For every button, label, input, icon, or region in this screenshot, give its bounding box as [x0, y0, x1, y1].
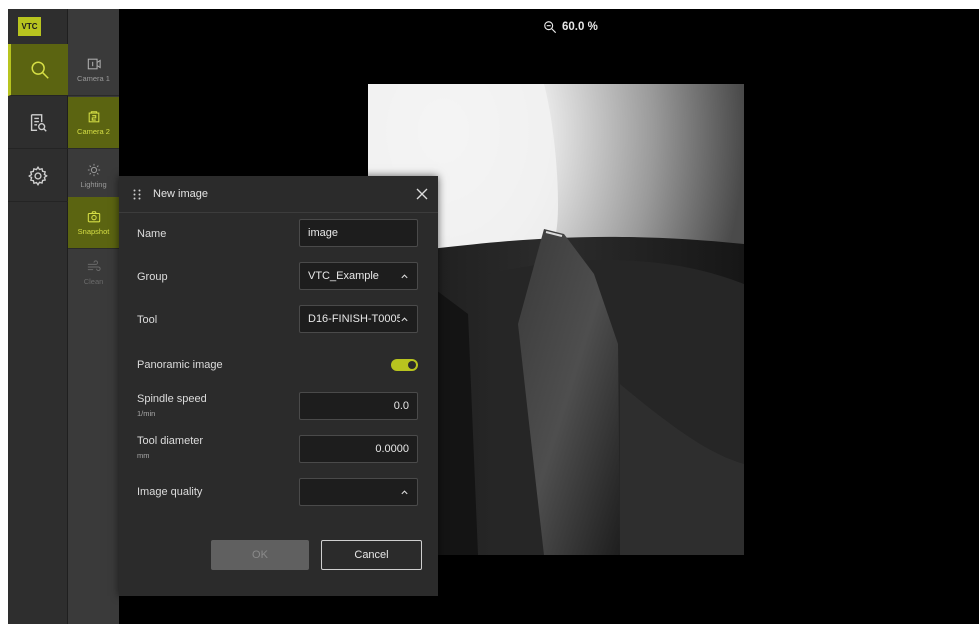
clean-air-icon: [87, 260, 101, 271]
chevron-up-icon: [401, 316, 408, 321]
search-icon: [30, 60, 49, 79]
new-image-dialog: New image Name image Group VTC_Example T…: [119, 176, 438, 596]
settings-gear-icon: [28, 165, 48, 186]
tool-diameter-unit: mm: [137, 451, 150, 460]
group-label: Group: [137, 271, 168, 283]
snapshot-icon: [87, 210, 100, 222]
spindle-speed-value: 0.0: [393, 400, 409, 412]
snapshot-label: Snapshot: [77, 226, 110, 236]
dialog-title: New image: [153, 188, 209, 200]
chevron-up-icon: [401, 273, 408, 278]
chevron-up-icon: [401, 489, 408, 494]
app-logo: VTC: [18, 17, 41, 36]
camera-1-icon: [87, 58, 101, 69]
nav-settings-button[interactable]: [8, 150, 68, 202]
nav-reports-button[interactable]: [8, 97, 68, 149]
snapshot-button[interactable]: Snapshot: [68, 197, 119, 249]
lighting-icon: [87, 163, 100, 176]
drag-handle-icon[interactable]: [133, 189, 141, 200]
name-value: image: [308, 227, 338, 239]
name-label: Name: [137, 228, 167, 240]
ok-button[interactable]: OK: [211, 540, 309, 570]
spindle-speed-label: Spindle speed: [137, 393, 207, 405]
tool-label: Tool: [137, 314, 158, 326]
nav-inspect-button[interactable]: [8, 44, 68, 96]
camera-2-icon: [88, 110, 99, 122]
tool-diameter-label: Tool diameter: [137, 435, 204, 447]
report-search-icon: [30, 113, 47, 132]
group-select[interactable]: VTC_Example: [299, 262, 418, 290]
panoramic-toggle[interactable]: [391, 359, 418, 371]
camera-tools-panel: Camera 1 Camera 2 Lighting Snapshot Clea…: [68, 9, 119, 624]
close-icon[interactable]: [415, 187, 429, 201]
app-window: VTC Camera 1 Camera 2 Lighting Snapshot …: [8, 9, 979, 624]
name-input[interactable]: image: [299, 219, 418, 247]
camera-1-button[interactable]: Camera 1: [68, 44, 119, 96]
camera-2-button[interactable]: Camera 2: [68, 97, 119, 149]
tool-diameter-value: 0.0000: [375, 443, 409, 455]
spindle-speed-unit: 1/min: [137, 409, 156, 418]
camera-1-label: Camera 1: [77, 73, 110, 83]
image-quality-label: Image quality: [137, 486, 203, 498]
tool-value: D16-FINISH-T00054...: [308, 313, 400, 325]
zoom-out-icon: [544, 21, 557, 34]
image-quality-select[interactable]: [299, 478, 418, 506]
tool-diameter-input[interactable]: 0.0000: [299, 435, 418, 463]
dialog-header[interactable]: New image: [119, 176, 438, 213]
panoramic-label: Panoramic image: [137, 359, 223, 371]
main-navigation-rail: VTC: [8, 9, 68, 624]
toggle-knob: [408, 361, 416, 369]
lighting-label: Lighting: [80, 179, 107, 189]
tool-select[interactable]: D16-FINISH-T00054...: [299, 305, 418, 333]
group-value: VTC_Example: [308, 270, 379, 282]
spindle-speed-input[interactable]: 0.0: [299, 392, 418, 420]
zoom-value: 60.0 %: [562, 21, 598, 33]
clean-label: Clean: [83, 277, 104, 286]
cancel-button[interactable]: Cancel: [321, 540, 422, 570]
clean-button[interactable]: Clean: [68, 247, 119, 299]
camera-2-label: Camera 2: [77, 126, 110, 136]
zoom-indicator[interactable]: 60.0 %: [543, 20, 598, 34]
lighting-button[interactable]: Lighting: [68, 150, 119, 202]
